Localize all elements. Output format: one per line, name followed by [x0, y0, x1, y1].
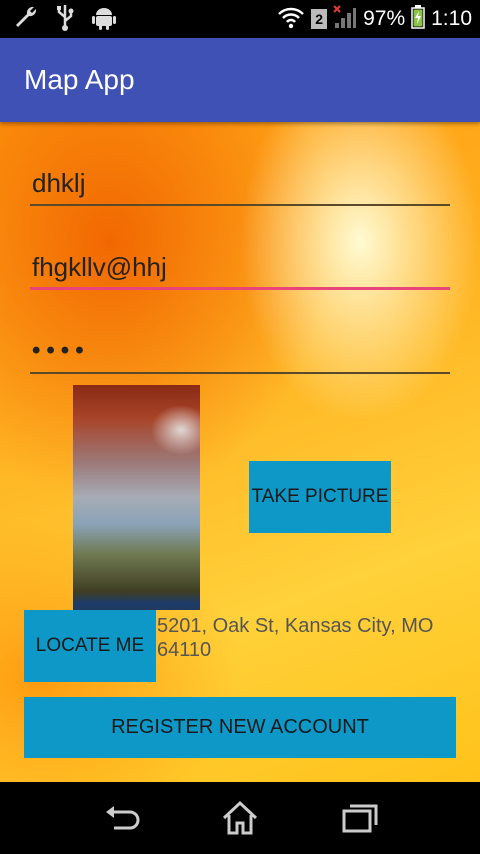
navigation-bar [0, 782, 480, 854]
name-field[interactable]: dhklj [30, 160, 450, 206]
take-picture-button[interactable]: TAKE PICTURE [249, 461, 391, 533]
password-field[interactable]: •••• [30, 328, 450, 374]
sim-icon: 2 [311, 9, 328, 29]
captured-photo [73, 385, 200, 610]
email-field[interactable]: fhgkllv@hhj [30, 244, 450, 290]
wifi-icon [277, 5, 305, 34]
android-icon [90, 3, 118, 36]
system-icons: 2 97% 1:10 [277, 0, 472, 38]
usb-icon [54, 3, 76, 36]
clock: 1:10 [431, 7, 472, 30]
battery-icon [411, 4, 425, 34]
app-bar: Map App [0, 38, 480, 122]
screen: 2 97% 1:10 Map App dhklj fhgkllv@hhj •••… [0, 0, 480, 854]
notification-icons [12, 4, 118, 34]
register-new-account-button[interactable]: REGISTER NEW ACCOUNT [24, 697, 456, 758]
recent-apps-icon[interactable] [340, 798, 380, 838]
battery-percent: 97% [363, 7, 406, 30]
signal-icon [333, 4, 357, 34]
locate-me-button[interactable]: LOCATE ME [24, 610, 156, 682]
status-bar: 2 97% 1:10 [0, 0, 480, 38]
app-title: Map App [24, 64, 135, 95]
wrench-icon [12, 3, 40, 36]
address-text: 5201, Oak St, Kansas City, MO 64110 [157, 615, 434, 661]
back-icon[interactable] [100, 798, 140, 838]
home-icon[interactable] [220, 798, 260, 838]
register-form: dhklj fhgkllv@hhj •••• TAKE PICTURE LOCA… [0, 122, 480, 782]
